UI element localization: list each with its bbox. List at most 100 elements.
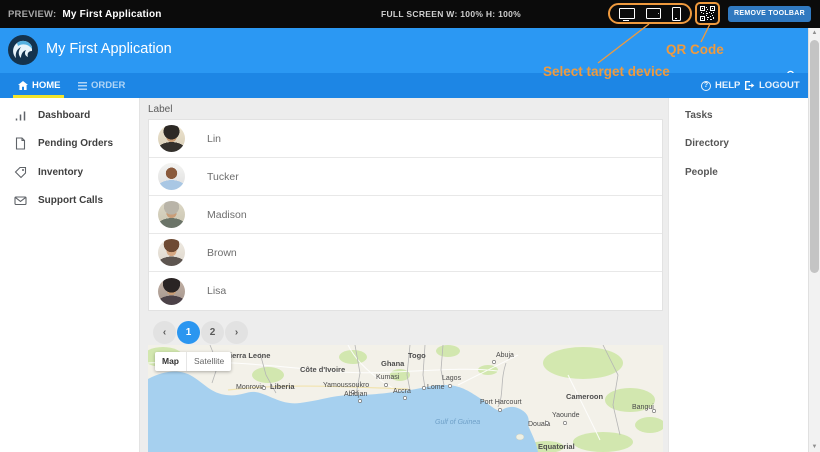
sidebar-item-pending-orders[interactable]: Pending Orders xyxy=(14,135,113,151)
map-label: Equatorial xyxy=(538,442,575,451)
scrollbar-thumb[interactable] xyxy=(810,40,819,273)
map-label: Accra xyxy=(393,388,411,395)
sidebar-item-label: Dashboard xyxy=(38,110,90,121)
map-label: Ghana xyxy=(381,359,405,368)
scrollbar-down-arrow-icon[interactable]: ▼ xyxy=(809,442,820,452)
map-label: Gulf of Guinea xyxy=(435,419,480,426)
scrollbar-up-arrow-icon[interactable]: ▲ xyxy=(809,28,820,38)
right-sidebar-item-directory[interactable]: Directory xyxy=(685,135,729,151)
sidebar-item-label: Pending Orders xyxy=(38,138,113,149)
satellite-type-button[interactable]: Satellite xyxy=(187,352,231,371)
right-sidebar-item-people[interactable]: People xyxy=(685,164,718,180)
select-target-device-annotation: Select target device xyxy=(543,64,670,79)
pagination-next-button[interactable]: › xyxy=(225,321,248,344)
pagination-prev-button[interactable]: ‹ xyxy=(153,321,176,344)
map-city-dot xyxy=(384,383,387,386)
sidebar-item-dashboard[interactable]: Dashboard xyxy=(14,107,90,123)
map-city-dot xyxy=(563,421,566,424)
logout-icon xyxy=(744,80,755,91)
toolbar-title: PREVIEW: My First Application xyxy=(8,0,162,28)
tablet-icon[interactable] xyxy=(646,8,661,19)
list-title: Label xyxy=(148,104,172,115)
help-button[interactable]: HELP xyxy=(701,73,740,98)
map-label: Sierra Leone xyxy=(225,351,270,360)
envelope-icon xyxy=(14,194,27,207)
app-logo-wave-icon xyxy=(8,35,38,65)
avatar xyxy=(158,278,185,305)
right-sidebar-item-tasks[interactable]: Tasks xyxy=(685,107,713,123)
map-label: Yaounde xyxy=(552,412,580,419)
person-name: Tucker xyxy=(207,171,239,183)
list-item[interactable]: Madison xyxy=(149,196,662,234)
help-label: HELP xyxy=(715,80,740,91)
list-item[interactable]: Lin xyxy=(149,120,662,158)
tab-order[interactable]: ORDER xyxy=(78,73,125,98)
map-label: Yamoussoukro xyxy=(323,382,369,389)
fullscreen-status: FULL SCREEN W: 100% H: 100% xyxy=(381,0,521,28)
qr-code-annotation: QR Code xyxy=(666,42,724,57)
avatar xyxy=(158,239,185,266)
map-city-dot xyxy=(422,386,425,389)
map-label: Togo xyxy=(408,351,426,360)
map-label: Monrovia xyxy=(236,384,265,391)
pagination-page-1[interactable]: 1 xyxy=(177,321,200,344)
person-name: Lin xyxy=(207,133,221,145)
right-sidebar: Tasks Directory People xyxy=(668,98,808,452)
preview-toolbar: PREVIEW: My First Application FULL SCREE… xyxy=(0,0,820,28)
sidebar-item-label: Inventory xyxy=(38,167,83,178)
map-city-dot xyxy=(652,409,655,412)
map-label: Côte d'Ivoire xyxy=(300,365,345,374)
people-list: Lin Tucker Madison Brown Lisa xyxy=(148,119,663,311)
help-icon xyxy=(701,81,711,91)
logout-button[interactable]: LOGOUT xyxy=(744,73,800,98)
remove-toolbar-button[interactable]: REMOVE TOOLBAR xyxy=(728,6,811,22)
list-item[interactable]: Lisa xyxy=(149,272,662,310)
map-type-control: Map Satellite xyxy=(155,352,231,371)
map-label: Abuja xyxy=(496,352,514,359)
left-sidebar: Dashboard Pending Orders Inventory Suppo… xyxy=(0,98,140,452)
app-title: My First Application xyxy=(46,41,172,57)
pagination: ‹ 1 2 › xyxy=(153,321,248,344)
preview-label: PREVIEW: xyxy=(8,9,56,20)
main-content: Label Lin Tucker Madison Brown Lisa xyxy=(140,98,668,452)
tab-label: ORDER xyxy=(91,80,125,91)
device-selector-group xyxy=(608,3,692,24)
map-type-button[interactable]: Map xyxy=(155,352,187,371)
map-city-dot xyxy=(498,408,501,411)
pagination-page-2[interactable]: 2 xyxy=(201,321,224,344)
sidebar-item-inventory[interactable]: Inventory xyxy=(14,164,83,180)
person-name: Madison xyxy=(207,209,247,221)
avatar xyxy=(158,163,185,190)
map-city-dot xyxy=(262,386,265,389)
sidebar-item-label: Support Calls xyxy=(38,195,103,206)
document-icon xyxy=(14,137,27,150)
qr-code-icon xyxy=(700,6,715,21)
preview-window: PREVIEW: My First Application FULL SCREE… xyxy=(0,0,820,452)
right-sidebar-item-label: Tasks xyxy=(685,110,713,121)
qr-code-button[interactable] xyxy=(695,2,720,25)
map-label: Kumasi xyxy=(376,374,400,381)
logout-label: LOGOUT xyxy=(759,80,800,91)
map-city-dot xyxy=(545,421,548,424)
list-item[interactable]: Tucker xyxy=(149,158,662,196)
avatar xyxy=(158,125,185,152)
map-label: Cameroon xyxy=(566,392,604,401)
desktop-icon[interactable] xyxy=(619,8,635,19)
toolbar-app-name: My First Application xyxy=(62,9,161,20)
map-label: Port Harcourt xyxy=(480,399,522,406)
map-label: Bangui xyxy=(632,404,654,411)
bar-chart-icon xyxy=(14,109,27,122)
map-label: Lome xyxy=(427,384,445,391)
sidebar-item-support-calls[interactable]: Support Calls xyxy=(14,192,103,208)
map-label: Liberia xyxy=(270,382,295,391)
list-item[interactable]: Brown xyxy=(149,234,662,272)
tag-icon xyxy=(14,166,27,179)
map-city-dot xyxy=(403,396,406,399)
app-navbar: HOME ORDER HELP LOGOUT xyxy=(0,73,808,98)
mobile-icon[interactable] xyxy=(672,7,681,21)
map-city-dot xyxy=(492,360,495,363)
map-widget[interactable]: Map Satellite xyxy=(148,345,663,452)
scrollbar[interactable]: ▲ ▼ xyxy=(808,28,820,452)
home-icon xyxy=(18,81,28,90)
person-name: Lisa xyxy=(207,285,226,297)
